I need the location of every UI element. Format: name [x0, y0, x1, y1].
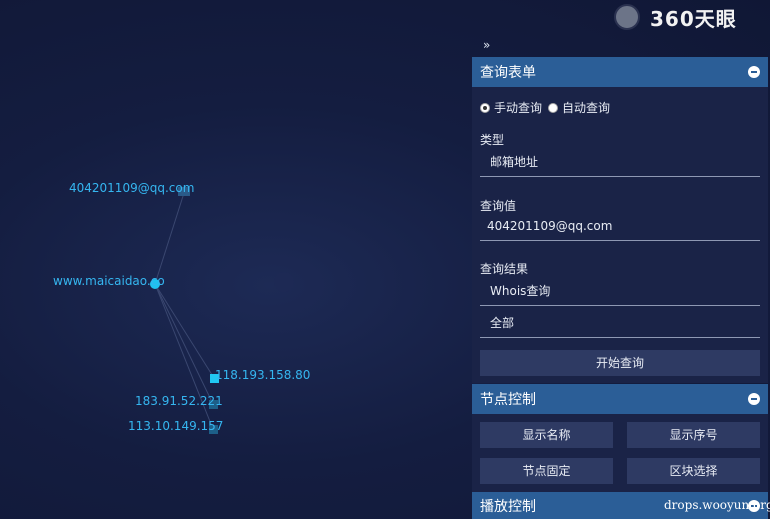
collapse-minus-icon[interactable]: [748, 393, 760, 405]
show-name-button[interactable]: 显示名称: [480, 422, 613, 448]
watermark: drops.wooyun.org: [664, 498, 770, 512]
node-label-email: 404201109@qq.com: [69, 181, 195, 195]
manual-mode-label[interactable]: 手动查询: [494, 99, 542, 116]
query-form-title: 查询表单: [480, 65, 536, 81]
query-form-header[interactable]: 查询表单: [472, 57, 768, 87]
node-control-title: 节点控制: [480, 392, 536, 408]
playback-control-title: 播放控制: [480, 498, 536, 515]
logo-text: 360天眼: [650, 6, 737, 31]
node-label-domain: www.maicaidao.co: [53, 274, 165, 288]
collapse-minus-icon[interactable]: [748, 66, 760, 78]
edge-email-domain: [154, 192, 185, 285]
result-scope-select[interactable]: 全部: [480, 310, 760, 338]
start-query-button[interactable]: 开始查询: [480, 350, 760, 376]
block-select-button[interactable]: 区块选择: [627, 458, 760, 484]
edge-domain-ip1: [154, 283, 215, 379]
fix-nodes-button[interactable]: 节点固定: [480, 458, 613, 484]
show-index-button[interactable]: 显示序号: [627, 422, 760, 448]
collapse-panel-icon[interactable]: »: [483, 38, 490, 52]
type-select[interactable]: 邮箱地址: [480, 149, 760, 177]
result-type-select[interactable]: Whois查询: [480, 278, 760, 306]
manual-mode-radio[interactable]: [480, 102, 490, 113]
auto-mode-label[interactable]: 自动查询: [562, 99, 610, 116]
auto-mode-radio[interactable]: [548, 102, 559, 113]
query-value-label: 查询值: [480, 199, 517, 213]
node-label-ip2: 183.91.52.221: [135, 394, 223, 408]
node-label-ip1: 118.193.158.80: [215, 368, 311, 382]
query-mode-group: 手动查询 自动查询: [480, 99, 610, 116]
eye-logo-icon: [614, 4, 640, 30]
logo: 360天眼: [614, 2, 737, 32]
type-label: 类型: [480, 133, 505, 147]
node-control-header[interactable]: 节点控制: [472, 384, 768, 414]
node-label-ip3: 113.10.149.157: [128, 419, 224, 433]
relation-graph[interactable]: [0, 0, 470, 519]
background-glow: [274, 272, 294, 292]
edge-domain-ip2: [154, 283, 214, 405]
query-value-input[interactable]: 404201109@qq.com: [480, 213, 760, 241]
query-result-label: 查询结果: [480, 262, 529, 276]
